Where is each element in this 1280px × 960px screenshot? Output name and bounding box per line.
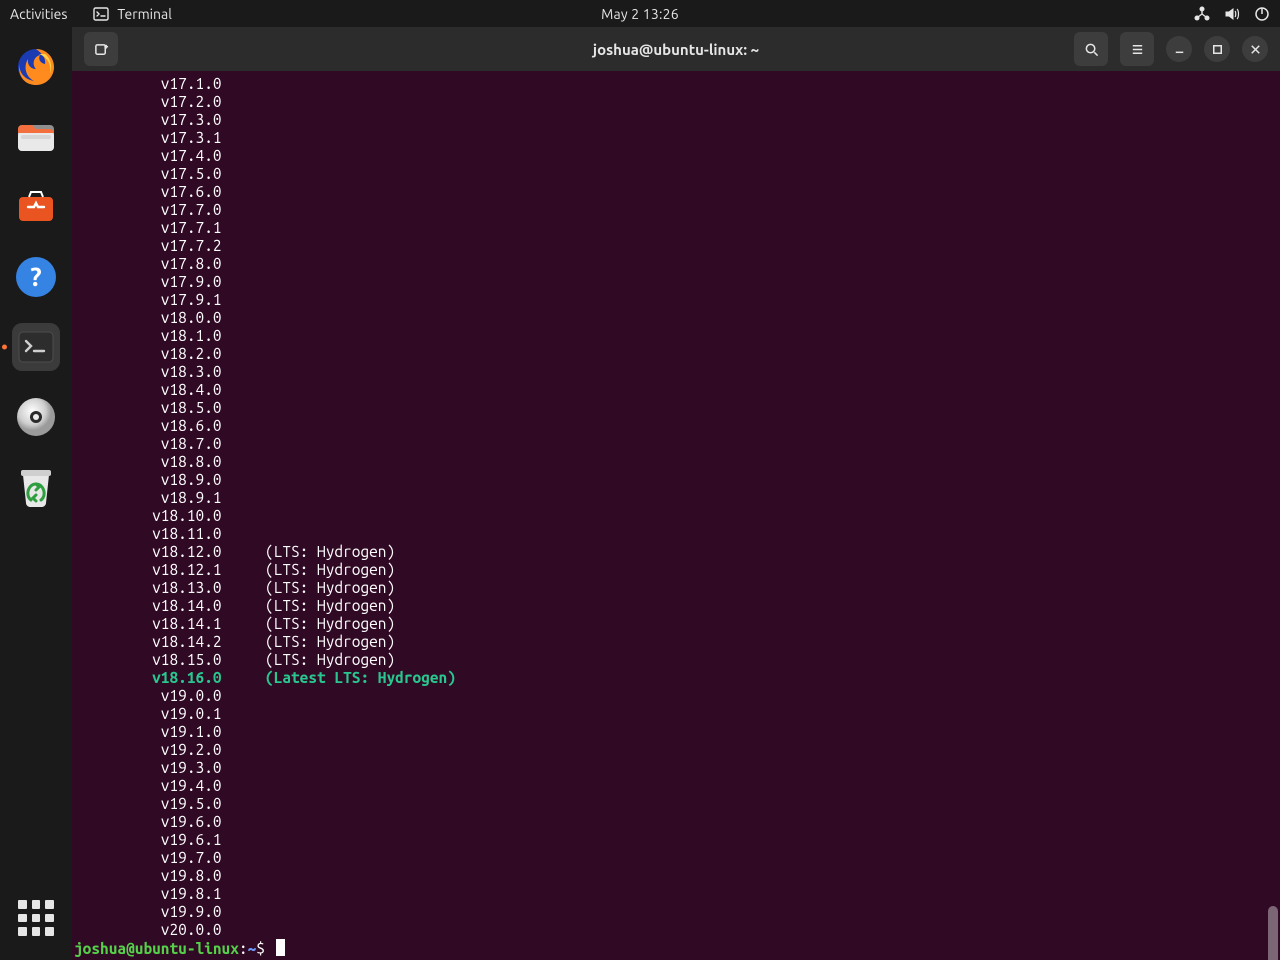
window-title: joshua@ubuntu-linux: ~ <box>593 41 759 58</box>
maximize-button[interactable] <box>1204 36 1230 62</box>
minimize-button[interactable] <box>1166 36 1192 62</box>
volume-icon[interactable] <box>1224 6 1240 22</box>
search-button[interactable] <box>1074 32 1108 66</box>
dock-trash[interactable] <box>12 463 60 511</box>
dock: ? <box>0 27 72 960</box>
terminal-window: joshua@ubuntu-linux: ~ <box>72 27 1280 960</box>
dock-show-apps[interactable] <box>12 894 60 942</box>
svg-text:?: ? <box>30 262 41 291</box>
power-icon[interactable] <box>1254 6 1270 22</box>
new-tab-button[interactable] <box>84 32 118 66</box>
dock-disc[interactable] <box>12 393 60 441</box>
terminal-output: v17.1.0 v17.2.0 v17.3.0 v17.3.1 v17.4.0 … <box>74 71 1280 958</box>
topbar-app-menu[interactable]: Terminal <box>93 6 172 22</box>
hamburger-menu-button[interactable] <box>1120 32 1154 66</box>
topbar-app-name: Terminal <box>117 6 172 22</box>
terminal-icon <box>93 6 109 22</box>
terminal-scrollbar[interactable] <box>1268 71 1278 960</box>
dock-files[interactable] <box>12 113 60 161</box>
window-titlebar[interactable]: joshua@ubuntu-linux: ~ <box>72 27 1280 71</box>
dock-firefox[interactable] <box>12 43 60 91</box>
scrollbar-thumb[interactable] <box>1268 906 1278 960</box>
terminal-viewport[interactable]: v17.1.0 v17.2.0 v17.3.0 v17.3.1 v17.4.0 … <box>72 71 1280 960</box>
dock-software[interactable] <box>12 183 60 231</box>
dock-terminal[interactable] <box>12 323 60 371</box>
activities-button[interactable]: Activities <box>10 6 67 22</box>
close-button[interactable] <box>1242 36 1268 62</box>
topbar-clock[interactable]: May 2 13:26 <box>601 6 679 22</box>
network-icon[interactable] <box>1194 6 1210 22</box>
gnome-topbar: Activities Terminal May 2 13:26 <box>0 0 1280 27</box>
dock-help[interactable]: ? <box>12 253 60 301</box>
apps-grid-icon <box>18 900 54 936</box>
